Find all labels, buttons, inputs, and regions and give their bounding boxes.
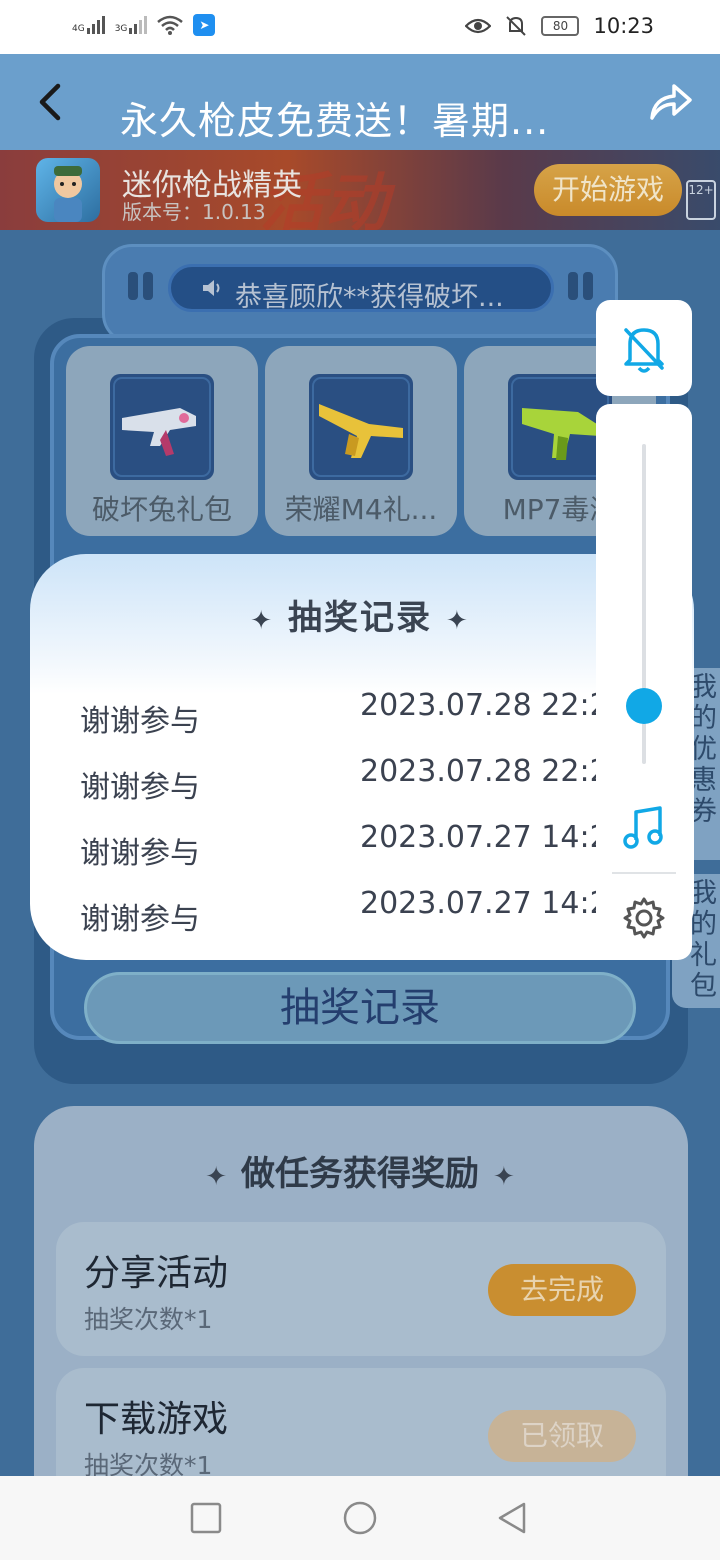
wifi-icon (157, 15, 184, 35)
gear-icon[interactable] (622, 896, 666, 940)
claimed-button: 已领取 (488, 1410, 636, 1462)
dialog-title: ✦ 抽奖记录 ✦ (30, 590, 690, 639)
record-result: 谢谢参与 (80, 704, 200, 739)
volume-slider-knob[interactable] (626, 687, 662, 724)
network-type-2: 3G (114, 24, 128, 34)
age-rating-badge: 12+ (686, 180, 716, 220)
record-result: 谢谢参与 (80, 836, 200, 871)
task-item: 分享活动 抽奖次数*1 去完成 (56, 1222, 666, 1356)
record-time: 2023.07.28 22:22 (360, 754, 628, 789)
signal-4g-icon: 4G (72, 16, 105, 34)
task-title: ✦ 做任务获得奖励 ✦ (0, 1146, 720, 1195)
signal-3g-icon: 3G (115, 16, 148, 34)
task-title-text: 做任务获得奖励 (241, 1154, 479, 1194)
record-result: 谢谢参与 (80, 902, 200, 937)
share-icon[interactable] (646, 78, 694, 126)
pause-left-icon (124, 272, 156, 304)
lottery-record-button[interactable]: 抽奖记录 (84, 972, 636, 1044)
network-type-1: 4G (72, 24, 85, 34)
sparkle-icon: ✦ (446, 606, 470, 636)
page-title: 永久枪皮免费送！暑期... (120, 99, 550, 143)
winner-marquee: 恭喜顾欣**获得破坏... (168, 264, 554, 313)
record-time: 2023.07.27 14:29 (360, 820, 628, 855)
prize-card[interactable]: 破坏兔礼包 (66, 346, 258, 536)
dialog-title-text: 抽奖记录 (288, 598, 432, 638)
sparkle-icon: ✦ (250, 606, 274, 636)
prize-name: 破坏兔礼包 (91, 493, 232, 526)
record-row: 谢谢参与 2023.07.27 14:29 (80, 820, 640, 880)
prize-name: 荣耀M4礼... (284, 493, 438, 526)
prize-card[interactable]: 荣耀M4礼... (265, 346, 457, 536)
task-reward: 抽奖次数*1 (84, 1305, 213, 1334)
record-result: 谢谢参与 (80, 770, 200, 805)
game-app-icon (36, 158, 100, 222)
record-row: 谢谢参与 2023.07.28 22:22 (80, 688, 640, 748)
mute-status-icon (506, 16, 527, 36)
header: 永久枪皮免费送！暑期... (0, 54, 720, 150)
back-triangle-icon[interactable] (494, 1500, 530, 1536)
pause-right-icon (564, 272, 596, 304)
task-name: 下载游戏 (84, 1399, 229, 1440)
divider (612, 872, 676, 874)
prize-image (309, 374, 413, 480)
home-circle-icon[interactable] (342, 1500, 378, 1536)
system-nav-bar (0, 1476, 720, 1560)
eye-comfort-icon (465, 18, 492, 34)
status-left: 4G 3G ➤ (72, 14, 216, 36)
task-name: 分享活动 (84, 1253, 229, 1294)
record-row: 谢谢参与 2023.07.27 14:29 (80, 886, 640, 946)
chevron-left-icon[interactable] (30, 78, 74, 126)
marquee-text: 恭喜顾欣**获得破坏... (235, 282, 504, 313)
lottery-record-dialog: ✦ 抽奖记录 ✦ 谢谢参与 2023.07.28 22:22 谢谢参与 2023.0… (30, 554, 694, 960)
speaker-icon (203, 280, 220, 296)
notification-app-icon: ➤ (193, 14, 216, 36)
prize-image (110, 374, 214, 480)
game-version: 版本号：1.0.13 (122, 200, 266, 224)
sparkle-icon: ✦ (205, 1162, 227, 1192)
status-bar: 4G 3G ➤ 80 10:23 (0, 0, 720, 54)
mute-toggle[interactable] (596, 300, 692, 396)
record-row: 谢谢参与 2023.07.28 22:22 (80, 754, 640, 814)
music-note-icon[interactable] (622, 804, 666, 850)
sparkle-icon: ✦ (493, 1162, 515, 1192)
game-banner: 活动 迷你枪战精英 版本号：1.0.13 开始游戏 12+ (0, 150, 720, 230)
record-time: 2023.07.28 22:22 (360, 688, 628, 723)
volume-panel (596, 404, 692, 960)
recents-square-icon[interactable] (188, 1500, 224, 1536)
battery-icon: 80 (541, 16, 580, 36)
go-complete-button[interactable]: 去完成 (488, 1264, 636, 1316)
bell-off-icon (624, 328, 664, 373)
status-right: 80 10:23 (465, 14, 654, 38)
start-game-button[interactable]: 开始游戏 (534, 164, 682, 216)
record-time: 2023.07.27 14:29 (360, 886, 628, 921)
clock: 10:23 (593, 14, 654, 38)
